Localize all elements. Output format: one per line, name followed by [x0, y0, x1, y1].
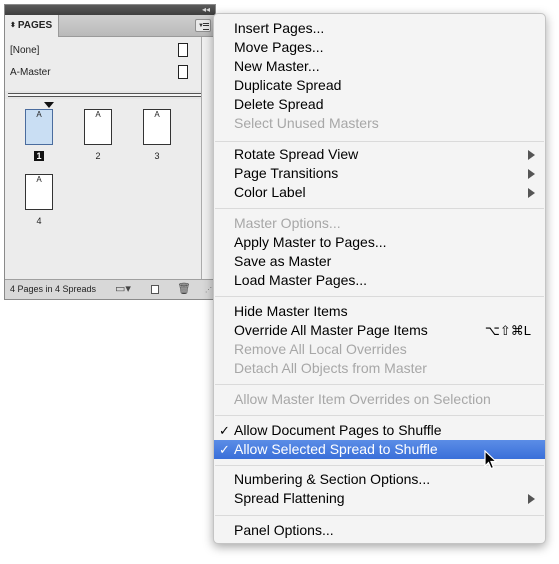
- page-number: 1: [34, 151, 44, 161]
- checkmark-icon: ✓: [219, 442, 230, 457]
- menu-separator: [215, 141, 544, 142]
- current-page-marker-icon: [44, 102, 54, 108]
- page-thumbnail[interactable]: A: [84, 109, 112, 145]
- submenu-arrow-icon: [528, 150, 535, 160]
- menu-item-allow-master-item-overrides: Allow Master Item Overrides on Selection: [234, 391, 491, 407]
- submenu-arrow-icon: [528, 169, 535, 179]
- menu-item-save-as-master[interactable]: Save as Master: [214, 252, 545, 271]
- pages-section: A 1 A 2 A 3 A 4: [5, 99, 201, 279]
- menu-separator: [215, 415, 544, 416]
- menu-item-delete-spread[interactable]: Delete Spread: [214, 95, 545, 114]
- master-item-a-master[interactable]: A-Master: [5, 63, 201, 83]
- panel-tab-row: ⬍ PAGES ▼: [5, 15, 215, 37]
- masters-section: [None] A-Master: [5, 37, 201, 91]
- page-number: 2: [95, 151, 101, 161]
- checkmark-icon: ✓: [219, 423, 230, 438]
- page-master-prefix: A: [36, 110, 42, 119]
- page-thumbnail[interactable]: A: [25, 174, 53, 210]
- panel-title-bar[interactable]: ◂◂: [5, 5, 215, 15]
- tab-pages-label: PAGES: [17, 20, 53, 31]
- menu-item-detach-all-objects-from-master: Detach All Objects from Master: [234, 360, 427, 376]
- menu-item-new-master[interactable]: New Master...: [214, 57, 545, 76]
- trash-icon[interactable]: 🗑: [177, 283, 191, 295]
- menu-item-spread-flattening[interactable]: Spread Flattening: [214, 489, 545, 508]
- menu-item-override-all-master-page-items[interactable]: Override All Master Page Items ⌥⇧⌘L: [214, 321, 545, 340]
- page-master-prefix: A: [36, 175, 42, 184]
- menu-item-master-options: Master Options...: [234, 215, 341, 231]
- menu-item-page-transitions[interactable]: Page Transitions: [214, 164, 545, 183]
- pages-panel: ◂◂ ⬍ PAGES ▼ [None] A-Master A 1 A 2 A 3…: [4, 4, 216, 300]
- master-item-none[interactable]: [None]: [5, 41, 201, 61]
- submenu-arrow-icon: [528, 494, 535, 504]
- panel-menu-lines-icon: [203, 23, 209, 30]
- page-thumbnail[interactable]: A: [25, 109, 53, 145]
- submenu-arrow-icon: [528, 188, 535, 198]
- section-divider[interactable]: [8, 93, 214, 97]
- master-item-label: [None]: [10, 45, 40, 56]
- page-number: 3: [154, 151, 160, 161]
- tab-toggle-icon: ⬍: [10, 22, 16, 29]
- panel-footer: 4 Pages in 4 Spreads ▭▾ 🗑 ⋰: [5, 279, 215, 299]
- page-master-prefix: A: [154, 110, 160, 119]
- menu-item-load-master-pages[interactable]: Load Master Pages...: [214, 271, 545, 290]
- menu-item-numbering-section-options[interactable]: Numbering & Section Options...: [214, 470, 545, 489]
- menu-item-insert-pages[interactable]: Insert Pages...: [214, 19, 545, 38]
- panel-menu-button[interactable]: ▼: [195, 19, 211, 32]
- menu-item-allow-document-pages-to-shuffle[interactable]: ✓ Allow Document Pages to Shuffle: [214, 421, 545, 440]
- menu-shortcut: ⌥⇧⌘L: [484, 323, 531, 338]
- menu-item-color-label[interactable]: Color Label: [214, 183, 545, 202]
- menu-separator: [215, 296, 544, 297]
- page-number: 4: [36, 216, 42, 226]
- menu-item-remove-all-local-overrides: Remove All Local Overrides: [234, 341, 407, 357]
- menu-item-hide-master-items[interactable]: Hide Master Items: [214, 302, 545, 321]
- menu-separator: [215, 384, 544, 385]
- menu-item-rotate-spread-view[interactable]: Rotate Spread View: [214, 145, 545, 164]
- master-thumbnail: [178, 43, 188, 57]
- new-page-icon[interactable]: [151, 285, 159, 294]
- menu-separator: [215, 208, 544, 209]
- pages-status-text: 4 Pages in 4 Spreads: [10, 284, 97, 294]
- page-master-prefix: A: [95, 110, 101, 119]
- mouse-cursor-icon: [484, 450, 498, 470]
- edit-page-size-icon[interactable]: ▭▾: [115, 283, 131, 295]
- tab-pages[interactable]: ⬍ PAGES: [5, 15, 59, 37]
- menu-item-select-unused-masters: Select Unused Masters: [234, 115, 379, 131]
- master-item-label: A-Master: [10, 67, 51, 78]
- menu-separator: [215, 515, 544, 516]
- page-thumbnail[interactable]: A: [143, 109, 171, 145]
- menu-item-panel-options[interactable]: Panel Options...: [214, 521, 545, 540]
- master-thumbnail: [178, 65, 188, 79]
- menu-item-duplicate-spread[interactable]: Duplicate Spread: [214, 76, 545, 95]
- menu-item-move-pages[interactable]: Move Pages...: [214, 38, 545, 57]
- collapse-panel-icon[interactable]: ◂◂: [200, 5, 212, 15]
- resize-grip-icon[interactable]: ⋰: [205, 287, 213, 295]
- menu-item-apply-master-to-pages[interactable]: Apply Master to Pages...: [214, 233, 545, 252]
